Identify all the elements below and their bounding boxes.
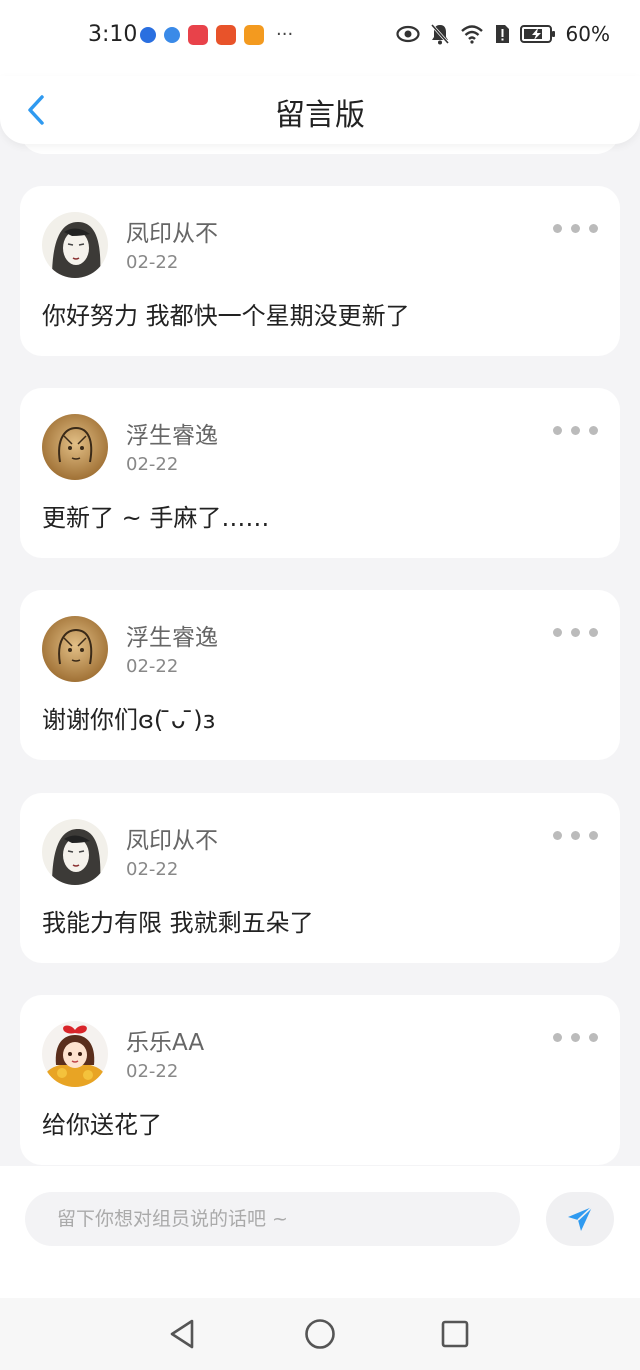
message-text: 我能力有限 我就剩五朵了 — [42, 909, 314, 937]
avatar[interactable] — [42, 414, 108, 480]
sim-alert-icon — [495, 25, 509, 43]
message-text: 你好努力 我都快一个星期没更新了 — [42, 302, 410, 330]
more-options-icon[interactable] — [553, 1033, 598, 1042]
reader-app-icon — [188, 24, 208, 45]
send-button[interactable] — [546, 1192, 614, 1246]
message-card: 浮生睿逸 02-22 更新了 ~ 手麻了…… — [20, 388, 620, 558]
message-card: 凤印从不 02-22 你好努力 我都快一个星期没更新了 — [20, 186, 620, 356]
message-card: 乐乐AA 02-22 给你送花了 — [20, 995, 620, 1165]
message-text: 谢谢你们ɞ( ̄ᴗ ̄)ɜ — [42, 706, 216, 734]
user-name[interactable]: 凤印从不 — [126, 821, 218, 855]
sketch-girl-avatar — [42, 819, 108, 885]
recents-square-icon[interactable] — [437, 1316, 473, 1352]
message-composer: 留下你想对组员说的话吧 ~ — [0, 1166, 640, 1298]
video-app-icon — [244, 24, 264, 45]
message-text: 给你送花了 — [42, 1111, 162, 1139]
browser-icon — [164, 26, 180, 43]
avatar[interactable] — [42, 819, 108, 885]
message-date: 02-22 — [126, 859, 179, 880]
user-name[interactable]: 浮生睿逸 — [126, 618, 218, 652]
user-name[interactable]: 浮生睿逸 — [126, 416, 218, 450]
back-triangle-icon[interactable] — [164, 1316, 200, 1352]
paper-plane-icon — [568, 1206, 593, 1231]
system-nav-bar — [0, 1298, 640, 1370]
sketch-girl-avatar — [42, 212, 108, 278]
wifi-icon — [460, 25, 483, 44]
status-app-icons: ··· — [140, 24, 293, 45]
user-name[interactable]: 乐乐AA — [126, 1023, 204, 1057]
message-text: 更新了 ~ 手麻了…… — [42, 504, 270, 532]
avatar[interactable] — [42, 212, 108, 278]
message-card: 浮生睿逸 02-22 谢谢你们ɞ( ̄ᴗ ̄)ɜ — [20, 590, 620, 760]
avatar[interactable] — [42, 616, 108, 682]
more-options-icon[interactable] — [553, 831, 598, 840]
more-options-icon[interactable] — [553, 224, 598, 233]
cartoon-girl-avatar — [42, 1021, 108, 1087]
more-options-icon[interactable] — [553, 628, 598, 637]
taobao-icon — [216, 24, 236, 45]
avatar[interactable] — [42, 1021, 108, 1087]
battery-charging-icon — [519, 25, 555, 43]
message-date: 02-22 — [126, 454, 179, 475]
page-title: 留言版 — [275, 98, 365, 133]
home-circle-icon[interactable] — [302, 1316, 338, 1352]
message-date: 02-22 — [126, 252, 179, 273]
previous-message-card — [20, 144, 620, 154]
status-more: ··· — [276, 24, 294, 45]
message-card: 凤印从不 02-22 我能力有限 我就剩五朵了 — [20, 793, 620, 963]
eye-icon — [395, 25, 420, 43]
sepia-sketch-avatar — [42, 414, 108, 480]
more-options-icon[interactable] — [553, 426, 598, 435]
bell-muted-icon — [430, 24, 449, 45]
page-header: 留言版 — [0, 76, 640, 144]
battery-percent: 60% — [565, 22, 610, 46]
message-list[interactable]: 凤印从不 02-22 你好努力 我都快一个星期没更新了 浮生睿逸 02-22 更… — [0, 144, 640, 1166]
message-date: 02-22 — [126, 1061, 179, 1082]
sepia-sketch-avatar — [42, 616, 108, 682]
message-date: 02-22 — [126, 656, 179, 677]
status-right: 60% — [395, 22, 610, 46]
status-time: 3:10 — [88, 22, 138, 47]
status-bar: 3:10 ··· 60% — [0, 0, 640, 76]
baidu-icon — [140, 26, 156, 43]
message-input[interactable]: 留下你想对组员说的话吧 ~ — [25, 1192, 520, 1246]
user-name[interactable]: 凤印从不 — [126, 214, 218, 248]
